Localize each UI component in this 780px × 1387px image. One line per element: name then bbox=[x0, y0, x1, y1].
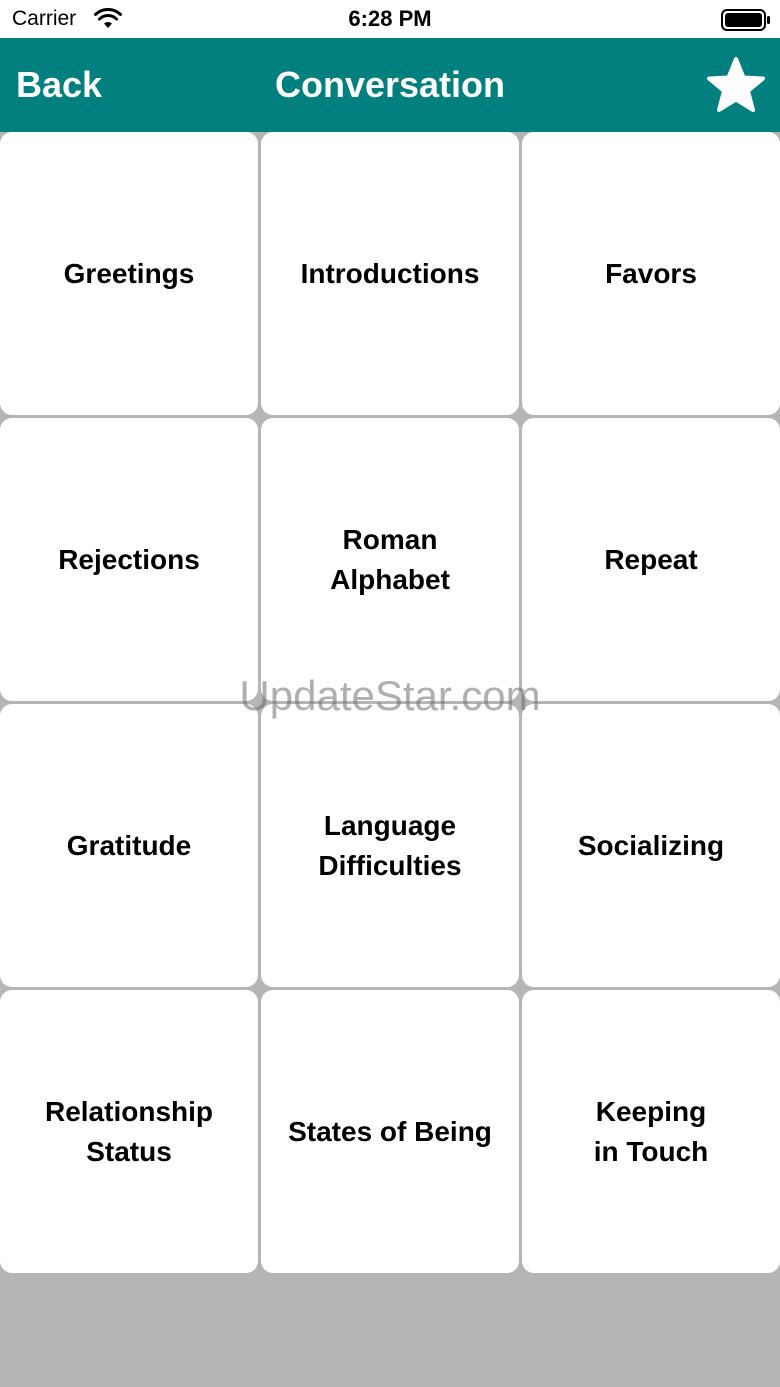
category-tile-socializing[interactable]: Socializing bbox=[522, 704, 780, 987]
category-tile-gratitude[interactable]: Gratitude bbox=[0, 704, 258, 987]
category-label: Keeping in Touch bbox=[593, 1095, 709, 1167]
category-tile-repeat[interactable]: Repeat bbox=[522, 418, 780, 701]
category-tile-favors[interactable]: Favors bbox=[522, 132, 780, 415]
category-label: Relationship Status bbox=[44, 1095, 213, 1167]
category-label: Introductions bbox=[300, 257, 480, 289]
status-bar: Carrier 6:28 PM bbox=[0, 0, 780, 38]
category-label: Favors bbox=[605, 257, 697, 289]
category-tile-greetings[interactable]: Greetings bbox=[0, 132, 258, 415]
category-tile-keeping-in-touch[interactable]: Keeping in Touch bbox=[522, 990, 780, 1273]
category-grid: Greetings Introductions Favors Rejection… bbox=[0, 132, 780, 1273]
category-label: Language Difficulties bbox=[318, 809, 462, 881]
category-label: Roman Alphabet bbox=[330, 523, 450, 595]
category-tile-language-difficulties[interactable]: Language Difficulties bbox=[261, 704, 519, 987]
category-label: Gratitude bbox=[66, 829, 192, 861]
star-icon[interactable] bbox=[705, 56, 767, 116]
category-tile-introductions[interactable]: Introductions bbox=[261, 132, 519, 415]
category-tile-roman-alphabet[interactable]: Roman Alphabet bbox=[261, 418, 519, 701]
category-tile-rejections[interactable]: Rejections bbox=[0, 418, 258, 701]
battery-icon bbox=[721, 9, 770, 31]
page-title: Conversation bbox=[274, 64, 506, 105]
category-label: Repeat bbox=[604, 543, 698, 575]
category-label: Greetings bbox=[63, 257, 195, 289]
category-label: Rejections bbox=[58, 543, 200, 575]
navigation-bar: Back Conversation bbox=[0, 38, 780, 132]
category-tile-relationship-status[interactable]: Relationship Status bbox=[0, 990, 258, 1273]
category-label: States of Being bbox=[288, 1115, 492, 1147]
category-label: Socializing bbox=[577, 829, 725, 861]
status-time: 6:28 PM bbox=[348, 6, 432, 31]
category-tile-states-of-being[interactable]: States of Being bbox=[261, 990, 519, 1273]
